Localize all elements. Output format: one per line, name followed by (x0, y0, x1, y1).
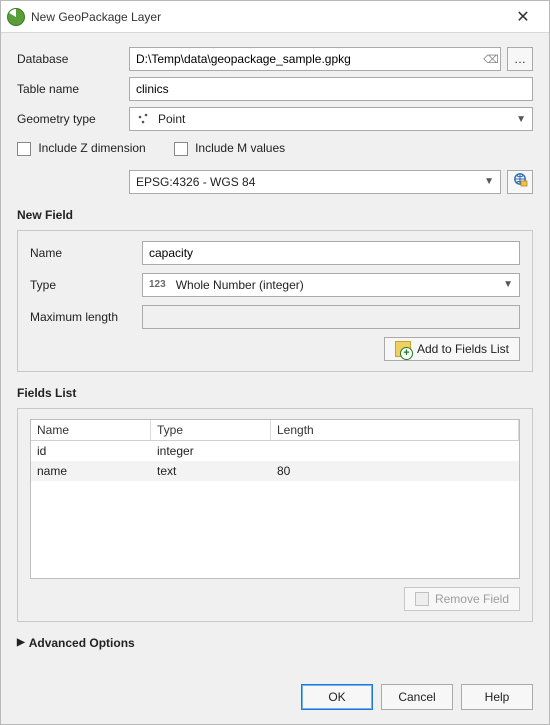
dialog-window: New GeoPackage Layer ✕ Database ⌫ … Tabl… (0, 0, 550, 725)
remove-field-row: Remove Field (30, 587, 520, 611)
database-input[interactable] (130, 48, 482, 70)
geometry-type-value: Point (158, 112, 185, 126)
help-label: Help (485, 690, 510, 704)
dialog-content: Database ⌫ … Table name Geometry type Po… (1, 33, 549, 674)
crs-row: EPSG:4326 - WGS 84 ▼ (129, 170, 533, 194)
cancel-button[interactable]: Cancel (381, 684, 453, 710)
table-row[interactable]: name text 80 (31, 461, 519, 481)
cell-name: name (31, 461, 151, 481)
cell-type: text (151, 461, 271, 481)
table-name-label: Table name (17, 82, 123, 96)
database-label: Database (17, 52, 123, 66)
new-field-group: Name Type 123 Whole Number (integer) ▼ M… (17, 230, 533, 372)
col-name-header[interactable]: Name (31, 420, 151, 440)
field-type-row: Type 123 Whole Number (integer) ▼ (30, 273, 520, 297)
geometry-type-row: Geometry type Point ▼ (17, 107, 533, 131)
add-field-row: Add to Fields List (30, 337, 520, 361)
fields-table[interactable]: Name Type Length id integer name text 80 (30, 419, 520, 579)
remove-field-icon (415, 592, 429, 606)
add-field-icon (395, 341, 411, 357)
field-name-input[interactable] (142, 241, 520, 265)
chevron-down-icon: ▼ (484, 176, 494, 187)
number-icon: 123 (149, 279, 166, 290)
browse-button[interactable]: … (507, 47, 533, 71)
include-z-option[interactable]: Include Z dimension (17, 141, 146, 156)
advanced-options-toggle[interactable]: ▶ Advanced Options (17, 636, 533, 650)
ok-label: OK (328, 690, 345, 704)
add-to-fields-label: Add to Fields List (417, 342, 509, 356)
advanced-options-label: Advanced Options (29, 636, 135, 650)
max-length-input (142, 305, 520, 329)
point-icon (136, 111, 152, 127)
fields-list-group: Name Type Length id integer name text 80 (17, 408, 533, 622)
remove-field-label: Remove Field (435, 592, 509, 606)
add-to-fields-button[interactable]: Add to Fields List (384, 337, 520, 361)
dialog-footer: OK Cancel Help (1, 674, 549, 724)
crs-combo[interactable]: EPSG:4326 - WGS 84 ▼ (129, 170, 501, 194)
cell-length (271, 441, 519, 461)
include-m-label: Include M values (195, 141, 285, 155)
col-length-header[interactable]: Length (271, 420, 519, 440)
chevron-down-icon: ▼ (516, 114, 526, 125)
clear-icon[interactable]: ⌫ (482, 53, 500, 66)
chevron-down-icon: ▼ (503, 279, 513, 290)
database-row: Database ⌫ … (17, 47, 533, 71)
crs-selector-button[interactable] (507, 170, 533, 194)
new-field-title: New Field (17, 208, 533, 222)
cell-name: id (31, 441, 151, 461)
fields-table-header: Name Type Length (31, 420, 519, 441)
fields-list-title: Fields List (17, 386, 533, 400)
col-type-header[interactable]: Type (151, 420, 271, 440)
triangle-right-icon: ▶ (17, 637, 25, 648)
zm-options: Include Z dimension Include M values (17, 141, 533, 156)
field-name-row: Name (30, 241, 520, 265)
field-type-label: Type (30, 278, 136, 292)
include-z-label: Include Z dimension (38, 141, 145, 155)
close-icon[interactable]: ✕ (503, 7, 543, 27)
database-input-wrap: ⌫ (129, 47, 501, 71)
ellipsis-icon: … (514, 52, 526, 66)
globe-icon (512, 172, 528, 191)
geometry-type-label: Geometry type (17, 112, 123, 126)
fields-table-body: id integer name text 80 (31, 441, 519, 481)
help-button[interactable]: Help (461, 684, 533, 710)
table-name-input[interactable] (129, 77, 533, 101)
max-length-row: Maximum length (30, 305, 520, 329)
cell-type: integer (151, 441, 271, 461)
cancel-label: Cancel (398, 690, 435, 704)
include-m-option[interactable]: Include M values (174, 141, 285, 156)
include-m-checkbox[interactable] (174, 142, 188, 156)
field-type-combo[interactable]: 123 Whole Number (integer) ▼ (142, 273, 520, 297)
ok-button[interactable]: OK (301, 684, 373, 710)
crs-value: EPSG:4326 - WGS 84 (136, 175, 255, 189)
cell-length: 80 (271, 461, 519, 481)
table-name-row: Table name (17, 77, 533, 101)
app-icon (7, 8, 25, 26)
table-row[interactable]: id integer (31, 441, 519, 461)
field-type-value: Whole Number (integer) (176, 278, 304, 292)
include-z-checkbox[interactable] (17, 142, 31, 156)
field-name-label: Name (30, 246, 136, 260)
window-title: New GeoPackage Layer (31, 10, 497, 24)
max-length-label: Maximum length (30, 310, 136, 324)
titlebar: New GeoPackage Layer ✕ (1, 1, 549, 33)
geometry-type-combo[interactable]: Point ▼ (129, 107, 533, 131)
remove-field-button: Remove Field (404, 587, 520, 611)
